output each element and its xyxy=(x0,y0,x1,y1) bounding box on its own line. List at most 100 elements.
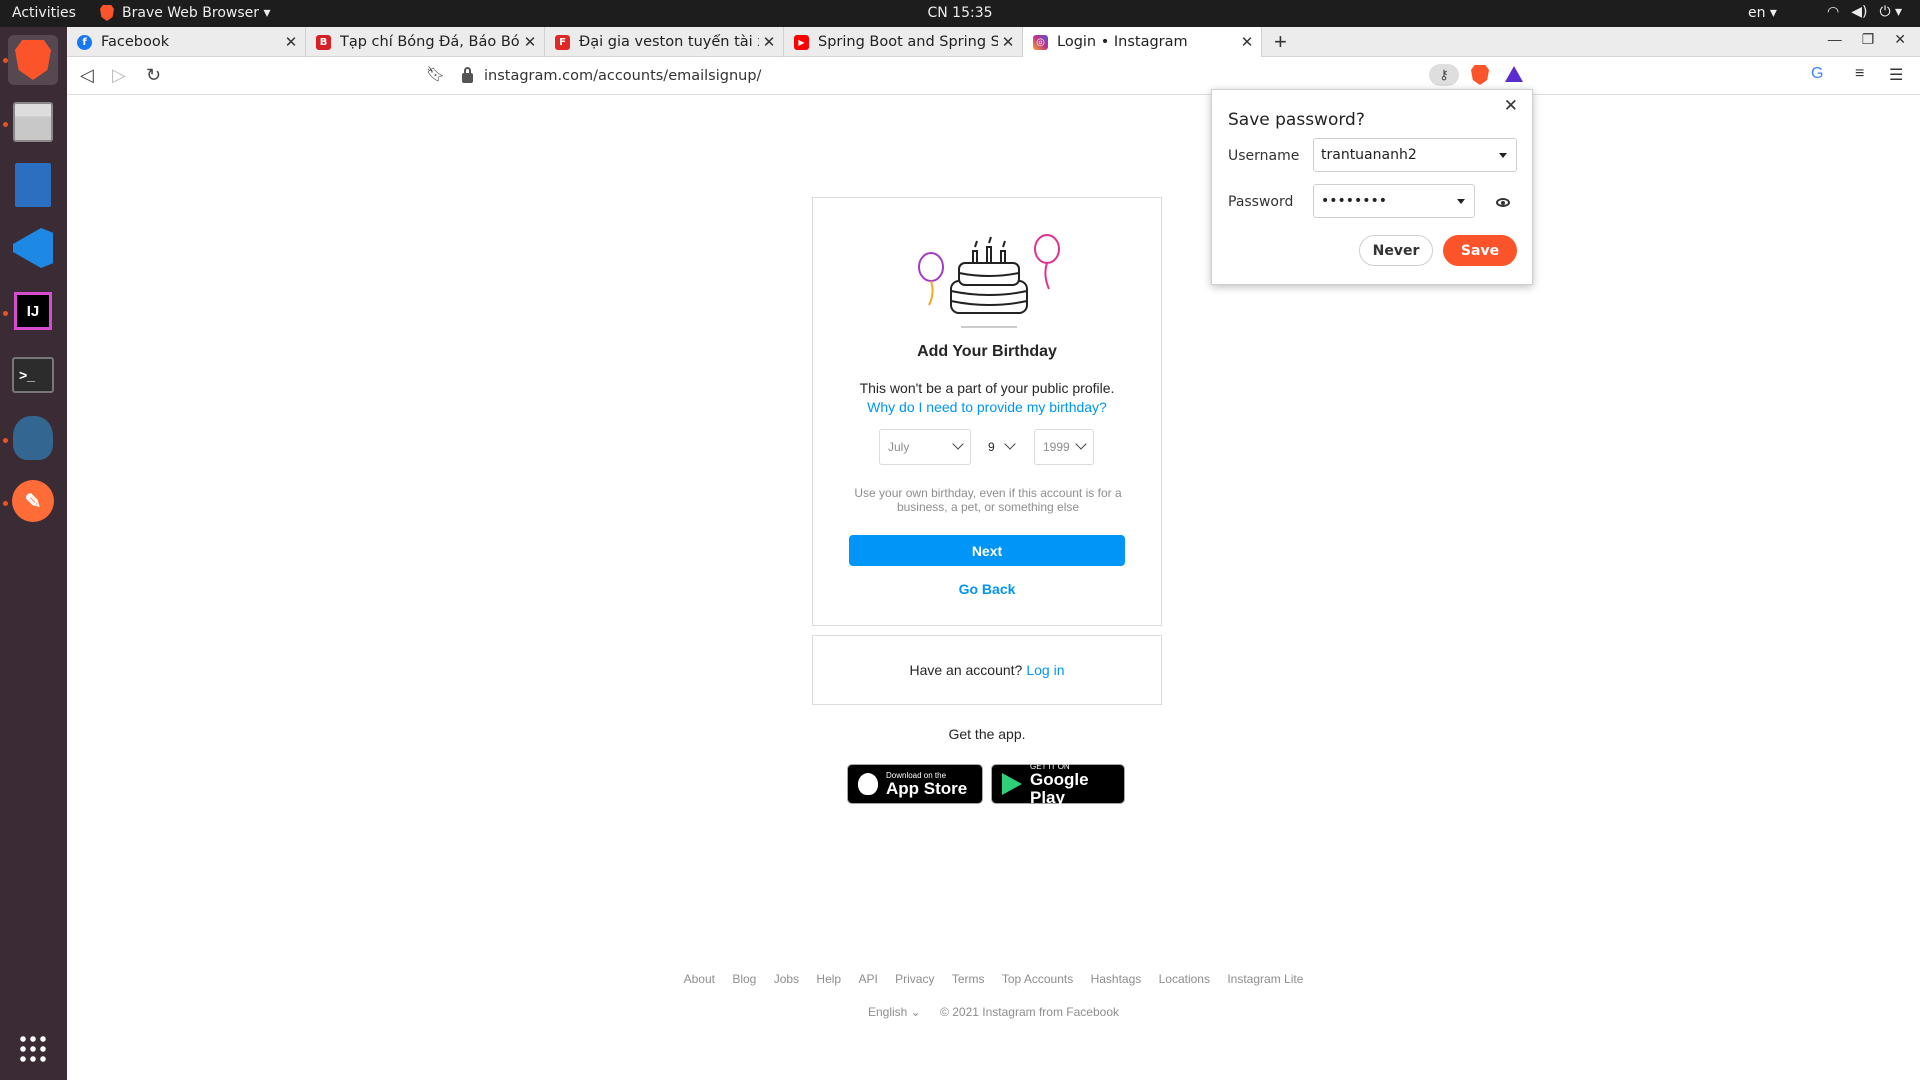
footer-link-hashtags[interactable]: Hashtags xyxy=(1091,972,1142,986)
card-subtitle: This won't be a part of your public prof… xyxy=(859,380,1115,396)
footer-link-help[interactable]: Help xyxy=(816,972,841,986)
running-indicator xyxy=(3,501,8,506)
tab-title: Facebook xyxy=(101,34,170,50)
app-menu[interactable]: Brave Web Browser ▾ xyxy=(100,5,270,21)
caret-down-icon xyxy=(1499,153,1507,158)
forward-button[interactable]: ▷ xyxy=(112,65,126,86)
app-store-badge[interactable]: Download on the App Store xyxy=(847,764,983,804)
menu-icon[interactable]: ☰ xyxy=(1889,65,1903,85)
dock-intellij[interactable]: IJ xyxy=(8,286,58,336)
google-play-badge[interactable]: GET IT ON Google Play xyxy=(991,762,1125,807)
dock-vscode[interactable] xyxy=(8,223,58,273)
never-button[interactable]: Never xyxy=(1359,235,1433,266)
appstore-big: App Store xyxy=(886,778,968,798)
tab-flipboard[interactable]: F Đại gia veston tuyển tài xế ✕ xyxy=(545,27,784,57)
month-value: July xyxy=(888,440,910,454)
system-tray[interactable]: ◠ ◀) ⏻ ▾ xyxy=(1827,4,1902,20)
tab-youtube[interactable]: ▶ Spring Boot and Spring Sec ✕ xyxy=(784,27,1023,57)
dialog-title: Save password? xyxy=(1228,110,1365,130)
tab-bongda[interactable]: B Tạp chí Bóng Đá, Báo Bóng ✕ xyxy=(306,27,545,57)
chevron-down-icon xyxy=(952,438,964,450)
login-card: Have an account? Log in xyxy=(812,635,1162,705)
dock-postman[interactable]: ✎ xyxy=(8,476,58,526)
dock-files[interactable] xyxy=(8,97,58,147)
go-back-link[interactable]: Go Back xyxy=(813,581,1161,597)
facebook-icon: f xyxy=(77,34,92,50)
month-select[interactable]: July xyxy=(879,429,971,465)
running-indicator xyxy=(3,122,8,127)
footer-link-top-accounts[interactable]: Top Accounts xyxy=(1002,972,1073,986)
show-applications-button[interactable] xyxy=(8,1024,58,1074)
activities-button[interactable]: Activities xyxy=(12,5,76,21)
maximize-icon[interactable]: ❐ xyxy=(1862,31,1875,48)
save-button[interactable]: Save xyxy=(1443,235,1517,266)
tab-facebook[interactable]: f Facebook ✕ xyxy=(67,27,306,57)
close-tab-icon[interactable]: ✕ xyxy=(520,33,540,51)
footer-link-about[interactable]: About xyxy=(684,972,715,986)
password-value: •••••••• xyxy=(1321,193,1388,209)
play-big: Google Play xyxy=(1030,769,1089,807)
window-controls: — ❐ ✕ xyxy=(1828,31,1906,48)
next-button[interactable]: Next xyxy=(849,535,1125,566)
volume-icon: ◀) xyxy=(1851,4,1868,20)
close-icon[interactable]: ✕ xyxy=(1504,96,1518,116)
url-text: instagram.com/accounts/emailsignup/ xyxy=(484,68,762,84)
eye-icon[interactable] xyxy=(1496,198,1510,207)
files-icon xyxy=(13,102,53,142)
password-field[interactable]: •••••••• xyxy=(1313,184,1475,218)
elephant-icon xyxy=(13,416,53,460)
year-value: 1999 xyxy=(1043,440,1070,454)
dock-pgadmin[interactable] xyxy=(8,413,58,463)
bookmark-icon[interactable]: 🔖︎ xyxy=(426,65,445,83)
tab-instagram[interactable]: ◎ Login • Instagram ✕ xyxy=(1023,27,1262,57)
footer-link-blog[interactable]: Blog xyxy=(732,972,756,986)
username-value: trantuananh2 xyxy=(1321,147,1417,163)
tab-title: Đại gia veston tuyển tài xế xyxy=(579,34,759,50)
running-indicator xyxy=(3,311,8,316)
brave-rewards-icon[interactable] xyxy=(1505,66,1523,82)
close-window-icon[interactable]: ✕ xyxy=(1894,31,1906,48)
back-button[interactable]: ◁ xyxy=(80,65,94,86)
close-tab-icon[interactable]: ✕ xyxy=(1237,33,1257,51)
dock-writer[interactable] xyxy=(8,160,58,210)
close-tab-icon[interactable]: ✕ xyxy=(281,33,301,51)
footer-link-privacy[interactable]: Privacy xyxy=(895,972,934,986)
footer-link-api[interactable]: API xyxy=(858,972,877,986)
footer-link-locations[interactable]: Locations xyxy=(1159,972,1210,986)
grid-icon xyxy=(18,1034,48,1064)
running-indicator xyxy=(3,438,8,443)
playlist-icon[interactable]: ≡ xyxy=(1855,65,1864,83)
username-field[interactable]: trantuananh2 xyxy=(1313,138,1517,172)
new-tab-button[interactable]: + xyxy=(1274,29,1287,55)
chevron-down-icon xyxy=(1004,438,1016,450)
minimize-icon[interactable]: — xyxy=(1828,31,1842,48)
year-select[interactable]: 1999 xyxy=(1034,429,1094,465)
login-link[interactable]: Log in xyxy=(1026,662,1064,678)
dock-terminal[interactable]: >_ xyxy=(8,350,58,400)
google-play-icon xyxy=(1002,773,1022,795)
birthday-hint: Use your own birthday, even if this acco… xyxy=(854,486,1122,514)
day-select[interactable]: 9 xyxy=(979,429,1023,465)
close-tab-icon[interactable]: ✕ xyxy=(998,33,1018,51)
clock[interactable]: CN 15:35 xyxy=(910,5,1010,21)
address-bar[interactable]: instagram.com/accounts/emailsignup/ xyxy=(450,62,1597,90)
why-birthday-link[interactable]: Why do I need to provide my birthday? xyxy=(813,399,1161,415)
key-icon[interactable]: ⚷ xyxy=(1429,64,1459,86)
close-tab-icon[interactable]: ✕ xyxy=(759,33,779,51)
wifi-icon: ◠ xyxy=(1826,4,1840,20)
footer-link-jobs[interactable]: Jobs xyxy=(774,972,799,986)
footer-link-terms[interactable]: Terms xyxy=(952,972,985,986)
language-select[interactable]: English ⌄ xyxy=(868,1005,921,1019)
power-icon: ⏻ ▾ xyxy=(1879,4,1902,20)
tab-strip: f Facebook ✕ B Tạp chí Bóng Đá, Báo Bóng… xyxy=(67,27,1920,57)
postman-icon: ✎ xyxy=(12,480,54,522)
translate-icon[interactable]: G xyxy=(1811,65,1823,83)
brave-icon xyxy=(100,5,114,21)
tab-title: Spring Boot and Spring Sec xyxy=(818,34,998,50)
language-indicator[interactable]: en ▾ xyxy=(1748,5,1777,21)
youtube-icon: ▶ xyxy=(794,34,809,50)
reload-button[interactable]: ↻ xyxy=(146,65,161,86)
birthday-card: Add Your Birthday This won't be a part o… xyxy=(812,197,1162,626)
footer-link-instagram-lite[interactable]: Instagram Lite xyxy=(1227,972,1303,986)
dock-brave[interactable] xyxy=(8,35,58,85)
